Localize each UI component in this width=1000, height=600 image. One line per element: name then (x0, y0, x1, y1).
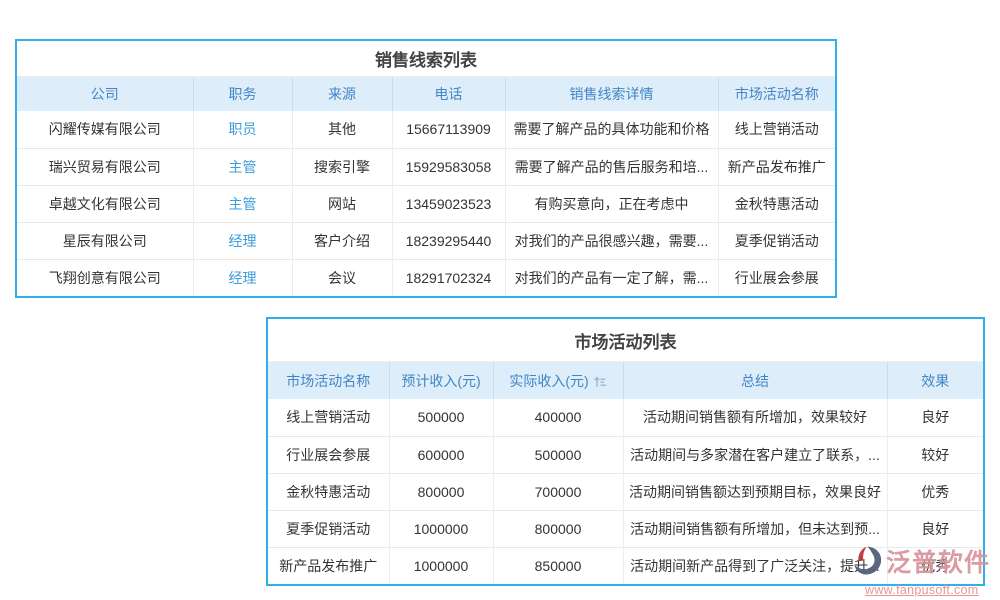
table-row: 行业展会参展 600000 500000 活动期间与多家潜在客户建立了联系，..… (268, 436, 983, 473)
header-row: 公司 职务 来源 电话 销售线索详情 市场活动名称 (17, 77, 835, 111)
cell-campaign-name: 行业展会参展 (268, 436, 389, 473)
cell-effect: 较好 (887, 436, 983, 473)
cell-campaign-name: 金秋特惠活动 (268, 473, 389, 510)
table-row: 飞翔创意有限公司 经理 会议 18291702324 对我们的产品有一定了解，需… (17, 259, 835, 296)
cell-summary: 活动期间新产品得到了广泛关注，提升... (623, 547, 887, 584)
table-row: 闪耀传媒有限公司 职员 其他 15667113909 需要了解产品的具体功能和价… (17, 111, 835, 148)
cell-actual-income: 400000 (493, 399, 623, 436)
cell-detail: 对我们的产品有一定了解，需... (505, 259, 718, 296)
sales-leads-panel: 销售线索列表 公司 职务 来源 电话 销售线索详情 市场活动名称 闪耀传媒有限公… (15, 39, 837, 298)
cell-company: 星辰有限公司 (17, 222, 193, 259)
cell-source: 客户介绍 (292, 222, 392, 259)
table-row: 夏季促销活动 1000000 800000 活动期间销售额有所增加，但未达到预.… (268, 510, 983, 547)
column-header-actual-income-label: 实际收入(元) (509, 373, 588, 389)
column-header-campaign: 市场活动名称 (718, 77, 835, 111)
campaigns-panel: 市场活动列表 市场活动名称 预计收入(元) 实际收入(元) 总结 效果 (266, 317, 985, 586)
cell-campaign: 夏季促销活动 (718, 222, 835, 259)
cell-expected-income: 600000 (389, 436, 493, 473)
cell-campaign-name: 线上营销活动 (268, 399, 389, 436)
cell-position-link[interactable]: 职员 (193, 111, 292, 148)
cell-campaign: 新产品发布推广 (718, 148, 835, 185)
cell-detail: 对我们的产品很感兴趣，需要... (505, 222, 718, 259)
cell-phone: 15929583058 (392, 148, 505, 185)
cell-campaign-name: 夏季促销活动 (268, 510, 389, 547)
cell-company: 卓越文化有限公司 (17, 185, 193, 222)
cell-actual-income: 850000 (493, 547, 623, 584)
column-header-effect: 效果 (887, 362, 983, 399)
cell-position-link[interactable]: 主管 (193, 148, 292, 185)
cell-summary: 活动期间销售额有所增加，效果较好 (623, 399, 887, 436)
cell-effect: 优秀 (887, 547, 983, 584)
sort-ascending-icon (594, 375, 607, 391)
cell-source: 其他 (292, 111, 392, 148)
campaigns-table: 市场活动名称 预计收入(元) 实际收入(元) 总结 效果 线上营销活动 5000… (268, 362, 983, 584)
cell-campaign: 线上营销活动 (718, 111, 835, 148)
sales-leads-title: 销售线索列表 (17, 41, 835, 77)
column-header-source: 来源 (292, 77, 392, 111)
cell-company: 闪耀传媒有限公司 (17, 111, 193, 148)
column-header-phone: 电话 (392, 77, 505, 111)
cell-source: 搜索引擎 (292, 148, 392, 185)
cell-effect: 良好 (887, 399, 983, 436)
table-row: 瑞兴贸易有限公司 主管 搜索引擎 15929583058 需要了解产品的售后服务… (17, 148, 835, 185)
cell-actual-income: 700000 (493, 473, 623, 510)
cell-position-link[interactable]: 经理 (193, 222, 292, 259)
cell-position-link[interactable]: 经理 (193, 259, 292, 296)
cell-detail: 有购买意向，正在考虑中 (505, 185, 718, 222)
cell-summary: 活动期间销售额达到预期目标，效果良好 (623, 473, 887, 510)
table-row: 星辰有限公司 经理 客户介绍 18239295440 对我们的产品很感兴趣，需要… (17, 222, 835, 259)
cell-position-link[interactable]: 主管 (193, 185, 292, 222)
cell-company: 飞翔创意有限公司 (17, 259, 193, 296)
cell-company: 瑞兴贸易有限公司 (17, 148, 193, 185)
cell-summary: 活动期间销售额有所增加，但未达到预... (623, 510, 887, 547)
column-header-summary: 总结 (623, 362, 887, 399)
table-row: 金秋特惠活动 800000 700000 活动期间销售额达到预期目标，效果良好 … (268, 473, 983, 510)
cell-campaign: 行业展会参展 (718, 259, 835, 296)
column-header-actual-income[interactable]: 实际收入(元) (493, 362, 623, 399)
cell-source: 网站 (292, 185, 392, 222)
campaigns-title: 市场活动列表 (268, 319, 983, 362)
table-row: 新产品发布推广 1000000 850000 活动期间新产品得到了广泛关注，提升… (268, 547, 983, 584)
column-header-company: 公司 (17, 77, 193, 111)
cell-expected-income: 1000000 (389, 510, 493, 547)
table-row: 卓越文化有限公司 主管 网站 13459023523 有购买意向，正在考虑中 金… (17, 185, 835, 222)
cell-actual-income: 500000 (493, 436, 623, 473)
cell-effect: 良好 (887, 510, 983, 547)
cell-source: 会议 (292, 259, 392, 296)
column-header-position: 职务 (193, 77, 292, 111)
cell-campaign-name: 新产品发布推广 (268, 547, 389, 584)
cell-effect: 优秀 (887, 473, 983, 510)
cell-summary: 活动期间与多家潜在客户建立了联系，... (623, 436, 887, 473)
cell-expected-income: 800000 (389, 473, 493, 510)
cell-detail: 需要了解产品的具体功能和价格 (505, 111, 718, 148)
cell-expected-income: 500000 (389, 399, 493, 436)
column-header-campaign-name: 市场活动名称 (268, 362, 389, 399)
cell-actual-income: 800000 (493, 510, 623, 547)
table-row: 线上营销活动 500000 400000 活动期间销售额有所增加，效果较好 良好 (268, 399, 983, 436)
cell-expected-income: 1000000 (389, 547, 493, 584)
cell-phone: 13459023523 (392, 185, 505, 222)
cell-phone: 18239295440 (392, 222, 505, 259)
cell-phone: 15667113909 (392, 111, 505, 148)
cell-detail: 需要了解产品的售后服务和培... (505, 148, 718, 185)
cell-phone: 18291702324 (392, 259, 505, 296)
cell-campaign: 金秋特惠活动 (718, 185, 835, 222)
header-row: 市场活动名称 预计收入(元) 实际收入(元) 总结 效果 (268, 362, 983, 399)
sales-leads-table: 公司 职务 来源 电话 销售线索详情 市场活动名称 闪耀传媒有限公司 职员 其他… (17, 77, 835, 296)
column-header-expected-income: 预计收入(元) (389, 362, 493, 399)
column-header-detail: 销售线索详情 (505, 77, 718, 111)
